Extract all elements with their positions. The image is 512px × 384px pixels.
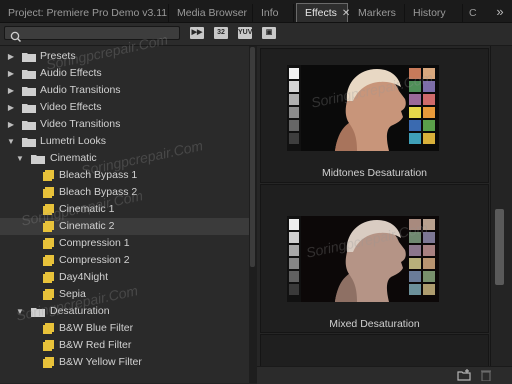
- preset-compression-2[interactable]: Compression 2: [0, 252, 249, 269]
- preset-icon: [43, 357, 54, 368]
- preset-cinematic-2[interactable]: Cinematic 2: [0, 218, 249, 235]
- folder-icon: [22, 70, 36, 79]
- 32bit-effects-button[interactable]: 32: [214, 27, 228, 39]
- preset-bleach-bypass-2[interactable]: Bleach Bypass 2: [0, 184, 249, 201]
- expand-arrow-icon[interactable]: ▶: [7, 48, 15, 65]
- preset-bleach-bypass-1[interactable]: Bleach Bypass 1: [0, 167, 249, 184]
- custom-bin-button[interactable]: ▣: [262, 27, 276, 39]
- preset-bw-blue-filter[interactable]: B&W Blue Filter: [0, 320, 249, 337]
- look-thumbnail: [287, 65, 439, 151]
- preset-icon: [43, 289, 54, 300]
- new-bin-icon[interactable]: [457, 369, 471, 381]
- tab-project[interactable]: Project: Premiere Pro Demo v3.11: [0, 4, 169, 22]
- folder-icon: [22, 87, 36, 96]
- preset-compression-1[interactable]: Compression 1: [0, 235, 249, 252]
- tab-effects[interactable]: Effects ✕: [296, 3, 350, 22]
- trash-icon[interactable]: [479, 369, 493, 381]
- folder-icon: [31, 308, 45, 317]
- collapse-arrow-icon[interactable]: ▼: [16, 303, 24, 320]
- look-caption: Midtones Desaturation: [321, 167, 428, 179]
- look-caption: Mixed Desaturation: [329, 318, 420, 330]
- preset-bw-red-filter[interactable]: B&W Red Filter: [0, 337, 249, 354]
- accelerated-effects-button[interactable]: ▶▶: [190, 27, 204, 39]
- expand-arrow-icon[interactable]: ▶: [7, 99, 15, 116]
- tab-markers[interactable]: Markers: [350, 4, 405, 22]
- preset-icon: [43, 323, 54, 334]
- preset-icon: [43, 255, 54, 266]
- preset-icon: [43, 340, 54, 351]
- tree-item-lumetri-looks[interactable]: ▼ Lumetri Looks: [0, 133, 249, 150]
- tree-item-video-transitions[interactable]: ▶ Video Transitions: [0, 116, 249, 133]
- collapse-arrow-icon[interactable]: ▼: [16, 150, 24, 167]
- effects-toolbar: ▶▶ 32 YUV ▣: [0, 23, 512, 46]
- search-field[interactable]: [4, 26, 180, 43]
- preset-icon: [43, 272, 54, 283]
- scrollbar-thumb[interactable]: [495, 209, 504, 285]
- preset-bw-yellow-filter[interactable]: B&W Yellow Filter: [0, 354, 249, 371]
- search-input[interactable]: [25, 27, 179, 41]
- portrait-image: [287, 216, 439, 302]
- expand-arrow-icon[interactable]: ▶: [7, 82, 15, 99]
- folder-icon: [22, 121, 36, 130]
- look-preview-card[interactable]: Mixed Desaturation: [260, 184, 489, 333]
- preset-icon: [43, 170, 54, 181]
- folder-icon: [31, 155, 45, 164]
- preset-sepia[interactable]: Sepia: [0, 286, 249, 303]
- tree-item-presets[interactable]: ▶ Presets: [0, 48, 249, 65]
- look-preview-card[interactable]: [260, 334, 489, 366]
- panel-tab-bar: Project: Premiere Pro Demo v3.11 Media B…: [0, 0, 512, 23]
- preset-icon: [43, 238, 54, 249]
- tab-history[interactable]: History: [405, 4, 463, 22]
- portrait-image: [287, 65, 439, 151]
- expand-arrow-icon[interactable]: ▶: [7, 65, 15, 82]
- effects-tree: ▶ Presets ▶ Audio Effects ▶ Audio Transi…: [0, 46, 249, 383]
- tab-media-browser[interactable]: Media Browser: [169, 4, 253, 22]
- tree-scrollbar[interactable]: [250, 47, 255, 267]
- tree-item-audio-effects[interactable]: ▶ Audio Effects: [0, 65, 249, 82]
- expand-arrow-icon[interactable]: ▶: [7, 116, 15, 133]
- tab-truncated[interactable]: C: [469, 4, 477, 22]
- panel-footer: [257, 366, 512, 384]
- folder-icon: [22, 138, 36, 147]
- preset-icon: [43, 221, 54, 232]
- tree-item-video-effects[interactable]: ▶ Video Effects: [0, 99, 249, 116]
- look-thumbnail: [287, 216, 439, 302]
- look-preview-area: Midtones Desaturation Mixed Desaturation: [257, 46, 490, 366]
- folder-icon: [22, 104, 36, 113]
- preset-icon: [43, 204, 54, 215]
- preset-icon: [43, 187, 54, 198]
- tree-item-audio-transitions[interactable]: ▶ Audio Transitions: [0, 82, 249, 99]
- search-icon: [10, 31, 22, 43]
- preview-scrollbar[interactable]: [490, 46, 512, 366]
- tree-item-desaturation[interactable]: ▼ Desaturation: [0, 303, 249, 320]
- collapse-arrow-icon[interactable]: ▼: [7, 133, 15, 150]
- yuv-effects-button[interactable]: YUV: [238, 27, 252, 39]
- folder-icon: [22, 53, 36, 62]
- tab-overflow-icon[interactable]: »: [492, 5, 508, 19]
- preset-cinematic-1[interactable]: Cinematic 1: [0, 201, 249, 218]
- tree-item-cinematic[interactable]: ▼ Cinematic: [0, 150, 249, 167]
- preset-day4night[interactable]: Day4Night: [0, 269, 249, 286]
- look-preview-card[interactable]: Midtones Desaturation: [260, 48, 489, 183]
- tab-info[interactable]: Info: [253, 4, 294, 22]
